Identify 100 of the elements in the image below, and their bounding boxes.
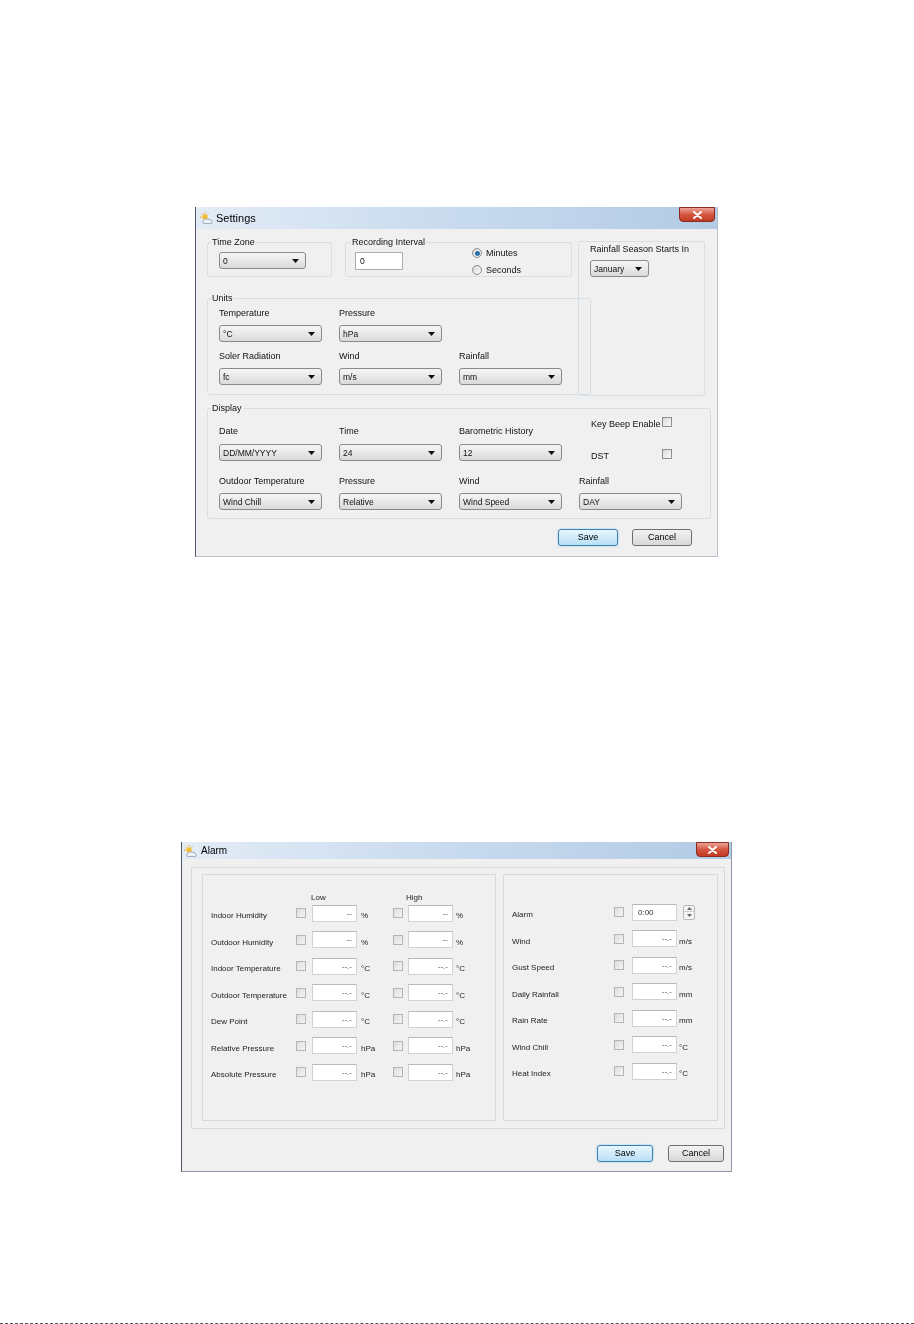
- dropdown[interactable]: Wind Chill: [219, 493, 322, 510]
- save-button[interactable]: Save: [558, 529, 618, 546]
- input-field[interactable]: --.-: [312, 1037, 357, 1055]
- close-button[interactable]: [679, 207, 715, 222]
- dropdown[interactable]: hPa: [339, 325, 442, 342]
- checkbox[interactable]: [393, 961, 403, 972]
- input-field[interactable]: --.-: [408, 984, 453, 1002]
- checkbox[interactable]: [614, 907, 624, 918]
- input-field[interactable]: --.-: [408, 1010, 453, 1028]
- caret-icon: [308, 450, 315, 455]
- radio-button[interactable]: [472, 248, 482, 258]
- input-field[interactable]: --.-: [632, 1036, 677, 1054]
- checkbox[interactable]: [296, 1040, 306, 1051]
- field-label: Pressure: [339, 476, 375, 487]
- unit-label: °C: [456, 964, 465, 974]
- input-field[interactable]: --.-: [632, 983, 677, 1001]
- field-label: Wind Chill: [512, 1042, 548, 1052]
- checkbox[interactable]: [393, 908, 403, 919]
- input-field[interactable]: 0: [355, 252, 403, 270]
- checkbox[interactable]: [393, 934, 403, 945]
- dropdown[interactable]: Relative: [339, 493, 442, 510]
- unit-label: hPa: [361, 1043, 376, 1053]
- input-field[interactable]: --.-: [632, 1009, 677, 1027]
- input-field[interactable]: --: [312, 904, 357, 922]
- input-field[interactable]: --.-: [408, 1037, 453, 1055]
- input-field[interactable]: --.-: [312, 957, 357, 975]
- spin-down-button[interactable]: [684, 912, 694, 919]
- dropdown[interactable]: DAY: [579, 493, 682, 510]
- input-field[interactable]: --.-: [408, 1063, 453, 1081]
- spin-up-button[interactable]: [684, 905, 694, 913]
- input-field[interactable]: --.-: [408, 957, 453, 975]
- input-field[interactable]: --.-: [312, 1010, 357, 1028]
- field-label: Temperature: [219, 308, 270, 319]
- checkbox[interactable]: [614, 960, 624, 971]
- unit-label: mm: [679, 989, 693, 999]
- input-field[interactable]: --.-: [632, 956, 677, 974]
- close-icon: [708, 845, 717, 854]
- dropdown[interactable]: 0: [219, 252, 306, 269]
- checkbox[interactable]: [614, 1039, 624, 1050]
- checkbox[interactable]: [614, 1013, 624, 1024]
- checkbox[interactable]: [393, 1014, 403, 1025]
- sun-cloud-icon: [200, 212, 214, 224]
- spinner[interactable]: [683, 904, 695, 920]
- unit-label: °C: [679, 1042, 688, 1052]
- checkbox[interactable]: [393, 987, 403, 998]
- checkbox[interactable]: [662, 448, 672, 459]
- checkbox[interactable]: [393, 1067, 403, 1078]
- cancel-button[interactable]: Cancel: [668, 1145, 724, 1162]
- checkbox[interactable]: [614, 986, 624, 997]
- dropdown[interactable]: January: [590, 260, 649, 277]
- unit-label: hPa: [456, 1070, 471, 1080]
- radio-label[interactable]: Seconds: [486, 264, 522, 276]
- caret-icon: [428, 450, 435, 455]
- down-arrow-icon: [686, 914, 692, 917]
- input-field[interactable]: --: [312, 931, 357, 949]
- unit-label: %: [456, 937, 464, 947]
- input-field[interactable]: --: [408, 931, 453, 949]
- dropdown[interactable]: 24: [339, 444, 442, 461]
- unit-label: hPa: [361, 1070, 376, 1080]
- dropdown[interactable]: mm: [459, 368, 562, 385]
- field-label: Absolute Pressure: [211, 1070, 277, 1080]
- input-field[interactable]: --.-: [632, 930, 677, 948]
- dropdown[interactable]: Wind Speed: [459, 493, 562, 510]
- input-field[interactable]: --.-: [312, 1063, 357, 1081]
- dropdown[interactable]: DD/MM/YYYY: [219, 444, 322, 461]
- checkbox[interactable]: [662, 416, 672, 427]
- checkbox[interactable]: [296, 1014, 306, 1025]
- input-field[interactable]: --.-: [632, 1062, 677, 1080]
- field-label: Outdoor Temperature: [211, 990, 287, 1000]
- checkbox[interactable]: [614, 1066, 624, 1077]
- close-button[interactable]: [696, 842, 729, 857]
- input-field[interactable]: 0:00: [632, 903, 677, 921]
- dropdown[interactable]: fc: [219, 368, 322, 385]
- toggle-label: Key Beep Enable: [591, 418, 661, 429]
- caret-icon: [308, 499, 315, 504]
- toggle-label: DST: [591, 450, 609, 461]
- field-label: Date: [219, 426, 238, 437]
- dropdown[interactable]: °C: [219, 325, 322, 342]
- checkbox[interactable]: [296, 908, 306, 919]
- radio-button[interactable]: [472, 265, 482, 275]
- field-label: Wind: [512, 936, 531, 946]
- field-label: Alarm: [512, 910, 533, 920]
- checkbox[interactable]: [393, 1040, 403, 1051]
- checkbox[interactable]: [296, 987, 306, 998]
- checkbox[interactable]: [296, 934, 306, 945]
- input-field[interactable]: --: [408, 904, 453, 922]
- caret-icon: [548, 499, 555, 504]
- close-icon: [692, 210, 702, 219]
- group-label: Time Zone: [211, 237, 256, 248]
- cancel-button[interactable]: Cancel: [632, 529, 692, 546]
- up-arrow-icon: [686, 907, 692, 910]
- checkbox[interactable]: [614, 933, 624, 944]
- save-button[interactable]: Save: [597, 1145, 653, 1162]
- checkbox[interactable]: [296, 961, 306, 972]
- input-field[interactable]: --.-: [312, 984, 357, 1002]
- dropdown[interactable]: m/s: [339, 368, 442, 385]
- dropdown[interactable]: 12: [459, 444, 562, 461]
- field-label: Wind: [339, 351, 360, 362]
- checkbox[interactable]: [296, 1067, 306, 1078]
- radio-label[interactable]: Minutes: [486, 247, 518, 259]
